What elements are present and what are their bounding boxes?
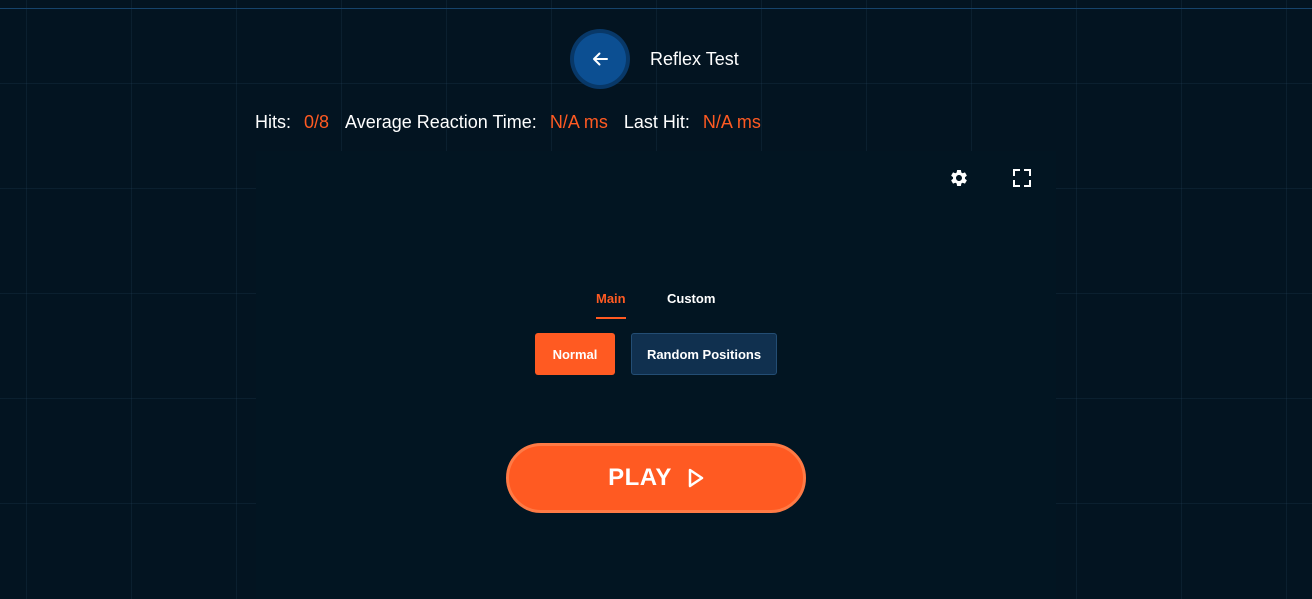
hits-label: Hits:: [255, 112, 291, 132]
top-divider: [0, 0, 1312, 9]
stats-bar: Hits: 0/8 Average Reaction Time: N/A ms …: [255, 111, 761, 133]
average-reaction-time-label: Average Reaction Time:: [345, 112, 537, 132]
arrow-left-icon: [592, 52, 608, 66]
tab-main[interactable]: Main: [596, 291, 626, 319]
hits-value: 0/8: [304, 112, 330, 132]
gear-icon: [949, 168, 969, 193]
fullscreen-button[interactable]: [1010, 168, 1034, 192]
settings-button[interactable]: [947, 168, 971, 192]
last-hit-value: N/A ms: [702, 112, 761, 132]
average-reaction-time-value: N/A ms: [549, 112, 608, 132]
page-title: Reflex Test: [650, 49, 739, 69]
random-positions-button[interactable]: Random Positions: [631, 333, 777, 375]
game-panel: Main Custom Normal Random Positions PLAY: [256, 151, 1056, 599]
last-hit-label: Last Hit:: [623, 112, 690, 132]
normal-mode-button[interactable]: Normal: [535, 333, 615, 375]
play-label: PLAY: [608, 464, 672, 491]
play-triangle-icon: [688, 468, 704, 488]
fullscreen-icon: [1013, 168, 1031, 192]
play-button[interactable]: PLAY: [506, 443, 806, 513]
back-button[interactable]: [574, 33, 626, 85]
tab-custom[interactable]: Custom: [667, 291, 715, 317]
